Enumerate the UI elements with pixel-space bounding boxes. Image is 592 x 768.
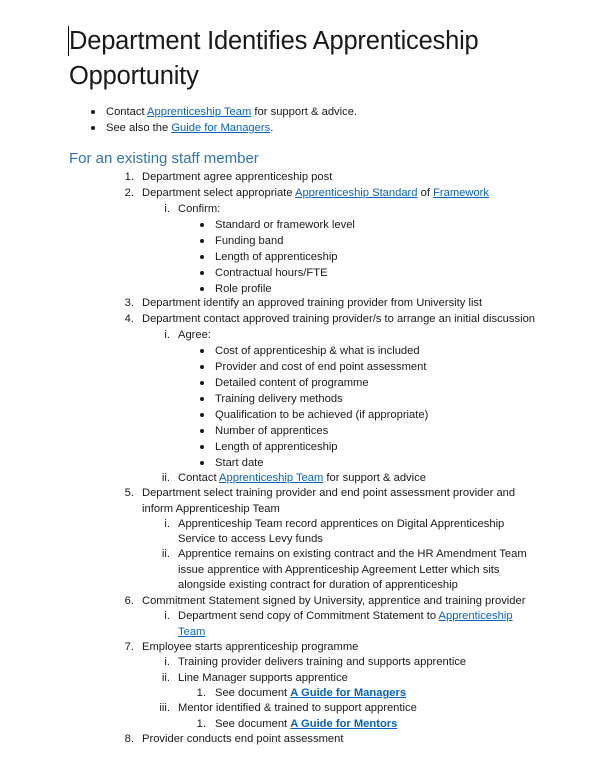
apprenticeship-team-link-continued[interactable]: Team — [178, 626, 205, 638]
guide-for-mentors-link[interactable]: A Guide for Mentors — [290, 718, 397, 730]
step-4: Department contact approved training pro… — [142, 313, 536, 325]
substep-number: i. — [164, 329, 170, 341]
text: for support & advice — [323, 472, 426, 484]
guide-for-managers-link[interactable]: Guide for Managers — [171, 122, 270, 134]
step-number: 3. — [124, 297, 134, 309]
text: Department select appropriate — [142, 187, 295, 199]
agree-item: Qualification to be achieved (if appropr… — [215, 409, 429, 421]
bullet-icon — [200, 223, 204, 227]
bullet-icon — [200, 287, 204, 291]
step-number: 8. — [124, 733, 134, 745]
bullet-icon — [200, 239, 204, 243]
confirm-item: Funding band — [215, 235, 284, 247]
document-title: Department Identifies Apprenticeship Opp… — [69, 27, 479, 90]
text: See also the — [106, 122, 172, 134]
apprenticeship-team-link[interactable]: Apprenticeship — [439, 610, 513, 622]
substep-confirm: Confirm: — [178, 203, 221, 215]
text: Department send copy of Commitment State… — [178, 610, 439, 622]
bullet-icon — [91, 110, 95, 114]
step-number: 1. — [124, 171, 134, 183]
text: of — [417, 187, 434, 199]
substep-line: Department send copy of Commitment State… — [178, 608, 513, 624]
sub-substep-number: 1. — [196, 718, 206, 730]
substep-number: ii. — [161, 472, 170, 484]
step-2: Department select appropriate Apprentice… — [142, 185, 489, 201]
agree-item: Number of apprentices — [215, 425, 329, 437]
bullet-icon — [200, 429, 204, 433]
bullet-icon — [200, 381, 204, 385]
step-5-line-1: Department select training provider and … — [142, 487, 516, 499]
bullet-icon — [200, 349, 204, 353]
substep-number: ii. — [161, 548, 170, 560]
step-6: Commitment Statement signed by Universit… — [142, 595, 526, 607]
agree-item: Training delivery methods — [215, 393, 343, 405]
bullet-icon — [200, 255, 204, 259]
section-heading: For an existing staff member — [69, 150, 259, 167]
step-3: Department identify an approved training… — [142, 297, 483, 309]
agree-item: Start date — [215, 457, 264, 469]
apprenticeship-team-link[interactable]: Apprenticeship Team — [219, 472, 323, 484]
step-number: 2. — [124, 187, 134, 199]
sub-substep-line: See document A Guide for Mentors — [215, 716, 397, 732]
step-number: 6. — [124, 595, 134, 607]
substep-contact: Contact Apprenticeship Team for support … — [178, 470, 426, 486]
confirm-item: Standard or framework level — [215, 219, 355, 231]
sub-substep-line: See document A Guide for Managers — [215, 685, 406, 701]
sub-substep-number: 1. — [196, 687, 206, 699]
step-number: 7. — [124, 641, 134, 653]
step-number: 4. — [124, 313, 134, 325]
bullet-icon — [200, 461, 204, 465]
bullet-icon — [91, 126, 95, 130]
substep-line: issue apprentice with Apprenticeship Agr… — [178, 564, 500, 576]
text: . — [270, 122, 274, 134]
text: Contact — [106, 106, 148, 118]
bullet-icon — [200, 413, 204, 417]
text: See document — [215, 687, 291, 699]
text: Contact — [178, 472, 220, 484]
text: for support & advice. — [251, 106, 358, 118]
step-8: Provider conducts end point assessment — [142, 733, 344, 745]
step-5-line-2: inform Apprenticeship Team — [142, 503, 280, 515]
substep-line: Mentor identified & trained to support a… — [178, 702, 417, 714]
substep-number: i. — [164, 656, 170, 668]
substep-agree: Agree: — [178, 329, 211, 341]
confirm-item: Contractual hours/FTE — [215, 267, 328, 279]
document-page: Department Identifies Apprenticeship Opp… — [0, 0, 592, 768]
substep-line: Apprenticeship Team record apprentices o… — [178, 518, 505, 530]
step-1: Department agree apprenticeship post — [142, 171, 333, 183]
bullet-icon — [200, 445, 204, 449]
framework-link[interactable]: Framework — [433, 187, 489, 199]
bullet-icon — [200, 365, 204, 369]
bullet-icon — [200, 271, 204, 275]
substep-line: Service to access Levy funds — [178, 533, 323, 545]
text: See document — [215, 718, 291, 730]
agree-item: Detailed content of programme — [215, 377, 369, 389]
bullet-icon — [200, 397, 204, 401]
agree-item: Cost of apprenticeship & what is include… — [215, 345, 420, 357]
intro-bullet-guide: See also the Guide for Managers. — [106, 120, 273, 136]
intro-bullet-contact: Contact Apprenticeship Team for support … — [106, 104, 357, 120]
agree-item: Length of apprenticeship — [215, 441, 338, 453]
substep-line: Training provider delivers training and … — [178, 656, 467, 668]
substep-line: alongside existing contract for duration… — [178, 579, 458, 591]
apprenticeship-team-link[interactable]: Apprenticeship Team — [147, 106, 251, 118]
agree-item: Provider and cost of end point assessmen… — [215, 361, 427, 373]
substep-number: ii. — [161, 672, 170, 684]
step-number: 5. — [124, 487, 134, 499]
guide-for-managers-link[interactable]: A Guide for Managers — [290, 687, 406, 699]
substep-line: Line Manager supports apprentice — [178, 672, 348, 684]
substep-number: i. — [164, 518, 170, 530]
substep-line: Apprentice remains on existing contract … — [178, 548, 527, 560]
apprenticeship-standard-link[interactable]: Apprenticeship Standard — [295, 187, 418, 199]
substep-number: i. — [164, 610, 170, 622]
step-7: Employee starts apprenticeship programme — [142, 641, 359, 653]
substep-number: iii. — [159, 702, 170, 714]
substep-line: Team — [178, 624, 205, 640]
substep-number: i. — [164, 203, 170, 215]
confirm-item: Length of apprenticeship — [215, 251, 338, 263]
